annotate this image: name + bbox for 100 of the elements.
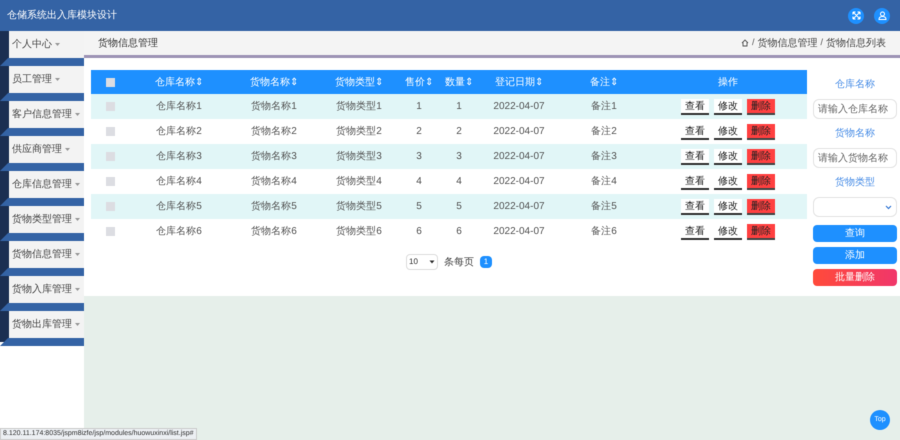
sidebar-item[interactable]: 供应商管理 <box>9 136 84 163</box>
table-cell-text: 货物类型1 <box>336 100 382 114</box>
table-cell-text: 货物类型3 <box>336 150 382 164</box>
user-icon <box>878 11 886 20</box>
table-cell-text: 仓库名称4 <box>156 174 202 189</box>
table-cell-text: 仓库名称1 <box>156 100 202 114</box>
sidebar-item[interactable]: 个人中心 <box>9 31 84 58</box>
table-cell-text: 6 <box>416 225 422 239</box>
chevron-down-icon <box>429 260 435 264</box>
field-label: 货物名称 <box>835 127 875 141</box>
row-action-button[interactable]: 修改 <box>714 124 742 140</box>
table-cell-text: 备注1 <box>591 100 617 114</box>
row-action-button[interactable]: 查看 <box>681 174 709 190</box>
search-field[interactable]: 请输入货物名称 <box>813 148 897 168</box>
breadcrumb-link[interactable]: 货物信息列表 <box>826 36 886 50</box>
table-cell-text: 5 <box>416 200 422 214</box>
table-cell-text: 货物类型6 <box>336 224 382 239</box>
table-cell-text: 仓库名称2 <box>156 124 202 139</box>
row-action-button[interactable]: 修改 <box>714 198 742 214</box>
table-cell-text: 货物名称5 <box>251 200 297 214</box>
table-cell-text: 仓库名称3 <box>156 150 202 164</box>
table-cell-text: 备注2 <box>591 124 617 139</box>
row-action-button[interactable]: 删除 <box>747 148 775 164</box>
row-action-button[interactable]: 修改 <box>714 174 742 190</box>
table-cell-text: 备注6 <box>591 224 617 239</box>
sidebar-item[interactable]: 货物类型管理 <box>9 206 84 233</box>
type-select[interactable] <box>813 197 897 217</box>
checkbox[interactable] <box>106 78 114 86</box>
row-action-button[interactable]: 查看 <box>681 124 709 140</box>
checkbox[interactable] <box>106 102 114 111</box>
field-label: 仓库名称 <box>835 78 875 92</box>
table-cell-text: 2 <box>456 125 462 139</box>
row-action-button[interactable]: 修改 <box>714 224 742 240</box>
row-action-button[interactable]: 修改 <box>714 148 742 164</box>
table-cell-text: 2022-04-07 <box>493 200 545 214</box>
row-action-button[interactable]: 删除 <box>747 224 775 240</box>
table-cell-text: 仓库名称5 <box>156 200 202 214</box>
row-action-button[interactable]: 删除 <box>747 198 775 214</box>
caret-icon <box>75 288 80 291</box>
page-size-select[interactable]: 10 <box>406 254 438 270</box>
caret-icon <box>75 323 80 326</box>
expand-arrows-icon <box>852 11 860 20</box>
checkbox[interactable] <box>106 127 114 136</box>
search-field[interactable]: 请输入仓库名称 <box>813 99 897 119</box>
table-cell-text: 货物名称3 <box>251 150 297 164</box>
row-action-button[interactable]: 删除 <box>747 124 775 140</box>
caret-icon <box>75 183 80 186</box>
table-cell-text: 货物名称1 <box>251 100 297 114</box>
table-cell-text: 仓库名称6 <box>156 224 202 239</box>
caret-icon <box>75 218 80 221</box>
sidebar-item[interactable]: 员工管理 <box>9 66 84 93</box>
per-page-label: 条每页 <box>444 256 474 270</box>
table-cell-text: 2022-04-07 <box>493 150 545 164</box>
table-cell-text: 货物名称2 <box>251 125 297 139</box>
table-cell-text: 2 <box>416 125 422 139</box>
checkbox[interactable] <box>106 202 114 211</box>
fullscreen-button[interactable] <box>848 8 864 24</box>
sidebar-item[interactable]: 货物出库管理 <box>9 311 84 338</box>
table-cell-text: 货物类型5 <box>336 200 382 214</box>
row-action-button[interactable]: 查看 <box>681 198 709 214</box>
page-title: 货物信息管理 <box>98 36 158 50</box>
table-cell-text: 2022-04-07 <box>493 100 545 114</box>
checkbox[interactable] <box>106 177 114 186</box>
caret-icon <box>55 78 60 81</box>
sidebar-item[interactable]: 仓库信息管理 <box>9 171 84 198</box>
table-cell-text: 备注3 <box>591 150 617 164</box>
caret-icon <box>55 43 60 46</box>
row-action-button[interactable]: 查看 <box>681 148 709 164</box>
row-action-button[interactable]: 删除 <box>747 98 775 114</box>
checkbox[interactable] <box>106 152 114 161</box>
caret-icon <box>75 253 80 256</box>
table-cell-text: 2022-04-07 <box>493 225 545 239</box>
table-cell-text: 6 <box>456 225 462 239</box>
home-icon[interactable] <box>740 39 749 47</box>
row-action-button[interactable]: 查看 <box>681 98 709 114</box>
table-cell-text: 1 <box>456 100 462 114</box>
chevron-down-icon <box>885 204 892 210</box>
sidebar-item[interactable]: 客户信息管理 <box>9 101 84 128</box>
table-cell-text: 3 <box>456 150 462 164</box>
row-action-button[interactable]: 删除 <box>747 174 775 190</box>
table-cell-text: 4 <box>416 175 422 189</box>
sidebar-item[interactable]: 货物入库管理 <box>9 276 84 303</box>
table-cell-text: 3 <box>416 150 422 164</box>
caret-icon <box>75 113 80 116</box>
checkbox[interactable] <box>106 227 114 236</box>
table-cell-text: 货物名称4 <box>251 175 297 189</box>
batch-delete-button[interactable]: 批量删除 <box>813 269 897 286</box>
table-cell-text: 货物类型2 <box>336 124 382 139</box>
table-cell-text: 备注5 <box>591 200 617 214</box>
table-cell-text: 1 <box>416 100 422 114</box>
table-cell-text: 备注4 <box>591 174 617 189</box>
breadcrumb-link[interactable]: 货物信息管理 <box>757 36 818 50</box>
table-cell-text: 货物类型4 <box>336 174 382 189</box>
row-action-button[interactable]: 修改 <box>714 98 742 114</box>
row-action-button[interactable]: 查看 <box>681 224 709 240</box>
field-label: 货物类型 <box>835 176 875 190</box>
user-button[interactable] <box>874 8 890 24</box>
table-cell-text: 4 <box>456 175 462 189</box>
sidebar-item[interactable]: 货物信息管理 <box>9 241 84 268</box>
table-cell-text: 2022-04-07 <box>493 175 545 189</box>
